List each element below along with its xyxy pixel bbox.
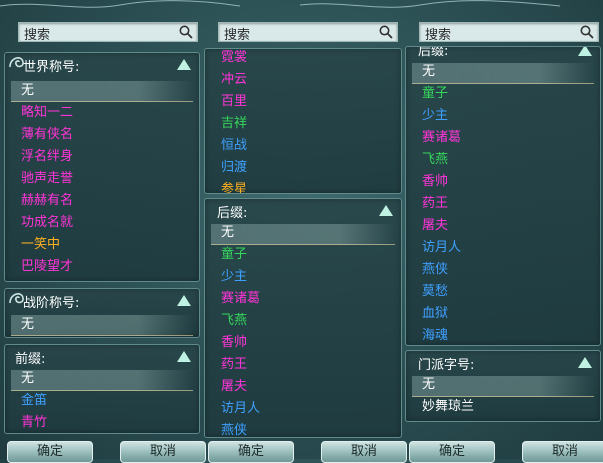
list-item[interactable]: 赛诸葛 bbox=[205, 288, 401, 310]
list-item[interactable]: 驰声走誉 bbox=[5, 168, 199, 190]
collapse-triangle-icon[interactable] bbox=[177, 59, 191, 70]
list-item[interactable]: 香帅 bbox=[406, 171, 600, 193]
list-item[interactable]: 香帅 bbox=[205, 332, 401, 354]
prefix-list: 无金笛 青竹 bbox=[5, 368, 199, 433]
suffix-header[interactable]: 后缀: bbox=[406, 46, 600, 59]
list-item[interactable]: 赫赫有名 bbox=[5, 190, 199, 212]
list-item[interactable]: 访月人 bbox=[406, 237, 600, 259]
confirm-button[interactable]: 确定 bbox=[208, 441, 294, 463]
search-input[interactable]: 搜索 bbox=[18, 22, 198, 43]
collapse-triangle-icon[interactable] bbox=[379, 205, 393, 216]
sect-header[interactable]: 门派字号: bbox=[406, 351, 600, 373]
list-item[interactable]: 少主 bbox=[406, 105, 600, 127]
prefix-label: 前缀: bbox=[15, 352, 46, 367]
search-placeholder: 搜索 bbox=[24, 28, 51, 43]
list-item[interactable]: 百里 bbox=[205, 91, 401, 113]
list-item[interactable]: 药王 bbox=[205, 354, 401, 376]
collapse-triangle-icon[interactable] bbox=[177, 351, 191, 362]
confirm-button[interactable]: 确定 bbox=[409, 441, 495, 463]
middle-list-panel: 霓裳 冲云 百里 吉祥 恒战 归渡 参星 bbox=[204, 48, 402, 194]
list-item[interactable]: 燕侠 bbox=[205, 420, 401, 437]
cancel-button[interactable]: 取消 bbox=[522, 441, 603, 463]
suffix-list: 无童子少主赛诸葛飞燕香帅药王屠夫访月人燕侠莫愁 bbox=[205, 222, 401, 437]
collapse-triangle-icon[interactable] bbox=[578, 47, 592, 56]
middle-list: 霓裳 冲云 百里 吉祥 恒战 归渡 参星 bbox=[205, 49, 401, 193]
list-item[interactable]: 无 bbox=[5, 368, 199, 390]
list-item[interactable]: 冲云 bbox=[205, 69, 401, 91]
list-item[interactable]: 屠夫 bbox=[205, 376, 401, 398]
prefix-panel: 前缀: 无金笛 青竹 bbox=[4, 344, 200, 434]
list-item[interactable]: 飞燕 bbox=[205, 310, 401, 332]
rank-title-header[interactable]: 战阶称号: bbox=[5, 289, 199, 311]
collapse-triangle-icon[interactable] bbox=[578, 357, 592, 368]
list-item[interactable]: 无 bbox=[406, 374, 600, 396]
list-item[interactable]: 霓裳 bbox=[205, 49, 401, 69]
cancel-button[interactable]: 取消 bbox=[321, 441, 407, 463]
suffix-panel: 后缀: 无童子少主赛诸葛飞燕香帅药王屠夫访月人燕侠莫愁 bbox=[204, 198, 402, 438]
search-icon[interactable] bbox=[179, 25, 193, 39]
list-item[interactable]: 莫愁 bbox=[406, 281, 600, 303]
sect-panel: 门派字号: 无妙舞琼兰 bbox=[405, 350, 601, 422]
list-item[interactable]: 妙舞琼兰 bbox=[406, 396, 600, 418]
world-title-list: 无略知一二 薄有侠名 浮名绊身 驰声走誉 赫赫有名 功成名就 一笑中 巴陵望才 bbox=[5, 80, 199, 278]
list-item[interactable]: 归渡 bbox=[205, 157, 401, 179]
rank-title-panel: 战阶称号: 无 bbox=[4, 288, 200, 338]
world-title-label: 世界称号: bbox=[23, 60, 80, 75]
list-item[interactable]: 童子 bbox=[205, 244, 401, 266]
list-item[interactable]: 吉祥 bbox=[205, 113, 401, 135]
list-item[interactable]: 巴陵望才 bbox=[5, 256, 199, 278]
search-input[interactable]: 搜索 bbox=[218, 22, 398, 43]
prefix-header[interactable]: 前缀: bbox=[5, 345, 199, 367]
list-item[interactable]: 无 bbox=[5, 314, 199, 336]
list-item[interactable]: 访月人 bbox=[205, 398, 401, 420]
list-item[interactable]: 恒战 bbox=[205, 135, 401, 157]
search-icon[interactable] bbox=[580, 25, 594, 39]
list-item[interactable]: 无 bbox=[205, 222, 401, 244]
list-item[interactable]: 药王 bbox=[406, 193, 600, 215]
list-item[interactable]: 略知一二 bbox=[5, 102, 199, 124]
column-right: 搜索 后缀: 无童子少主赛诸葛飞燕香帅药王屠夫访月人燕侠莫愁血狱海魂器天成 门派… bbox=[405, 0, 603, 459]
list-item[interactable]: 参星 bbox=[205, 179, 401, 193]
column-middle: 搜索 霓裳 冲云 百里 吉祥 恒战 归渡 参星 后缀: 无童子 少主 赛诸葛 飞燕 香帅 药王 屠夫 访月… bbox=[204, 0, 402, 459]
suffix-list: 无童子少主赛诸葛飞燕香帅药王屠夫访月人燕侠莫愁血狱海魂器天成 bbox=[406, 61, 600, 345]
list-item[interactable]: 燕侠 bbox=[406, 259, 600, 281]
collapse-triangle-icon[interactable] bbox=[177, 295, 191, 306]
search-icon[interactable] bbox=[379, 25, 393, 39]
list-item[interactable]: 无 bbox=[5, 80, 199, 102]
cancel-button[interactable]: 取消 bbox=[120, 441, 206, 463]
list-item[interactable]: 童子 bbox=[406, 83, 600, 105]
world-title-header[interactable]: 世界称号: bbox=[5, 53, 199, 75]
suffix-header[interactable]: 后缀: bbox=[205, 199, 401, 221]
rank-title-label: 战阶称号: bbox=[23, 296, 80, 311]
list-item[interactable]: 金笛 bbox=[5, 390, 199, 412]
list-item[interactable]: 一笑中 bbox=[5, 234, 199, 256]
suffix-label: 后缀: bbox=[217, 206, 248, 221]
column-left: 搜索 世界称号: 无略知一二 薄有侠名 浮名绊身 驰声走誉 赫赫有名 功成名就 一笑中 巴陵望… bbox=[4, 0, 200, 459]
list-item[interactable]: 少主 bbox=[205, 266, 401, 288]
search-placeholder: 搜索 bbox=[425, 28, 452, 43]
list-item[interactable]: 血狱 bbox=[406, 303, 600, 325]
list-item[interactable]: 赛诸葛 bbox=[406, 127, 600, 149]
list-item[interactable]: 功成名就 bbox=[5, 212, 199, 234]
list-item[interactable]: 浮名绊身 bbox=[5, 146, 199, 168]
sect-label: 门派字号: bbox=[418, 358, 475, 373]
list-item[interactable]: 飞燕 bbox=[406, 149, 600, 171]
suffix-panel: 后缀: 无童子少主赛诸葛飞燕香帅药王屠夫访月人燕侠莫愁血狱海魂器天成 bbox=[405, 46, 601, 346]
search-placeholder: 搜索 bbox=[224, 28, 251, 43]
sect-list: 无妙舞琼兰 bbox=[406, 374, 600, 418]
list-item[interactable]: 屠夫 bbox=[406, 215, 600, 237]
search-input[interactable]: 搜索 bbox=[419, 22, 599, 43]
suffix-label: 后缀: bbox=[418, 46, 449, 59]
list-item[interactable]: 海魂 bbox=[406, 325, 600, 345]
list-item[interactable]: 薄有侠名 bbox=[5, 124, 199, 146]
list-item[interactable]: 无 bbox=[406, 61, 600, 83]
rank-title-list: 无 bbox=[5, 314, 199, 336]
confirm-button[interactable]: 确定 bbox=[7, 441, 93, 463]
list-item[interactable]: 青竹 bbox=[5, 412, 199, 433]
world-title-panel: 世界称号: 无略知一二 薄有侠名 浮名绊身 驰声走誉 赫赫有名 功成名就 一笑中 巴陵望才 bbox=[4, 52, 200, 282]
